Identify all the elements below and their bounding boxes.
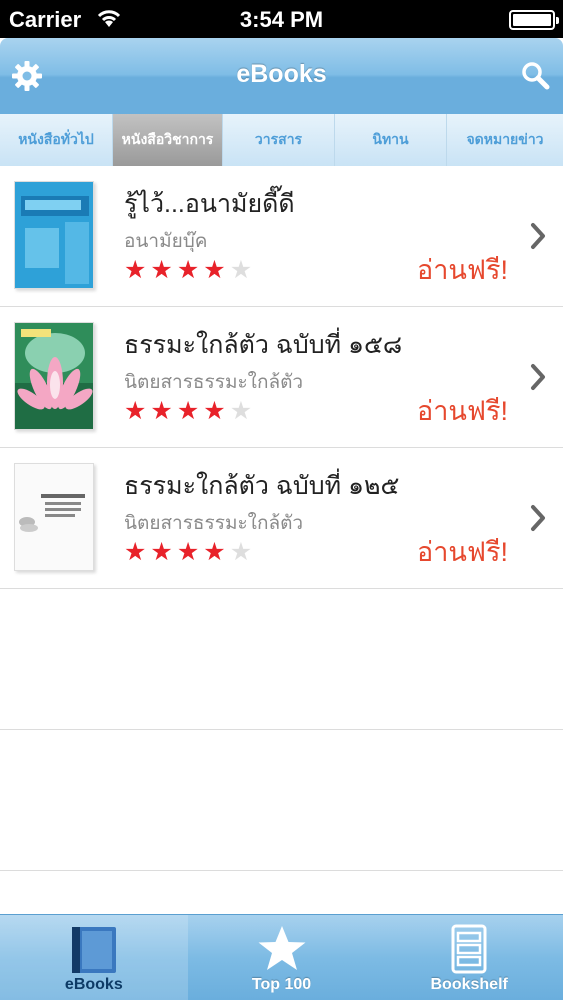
tab-bookshelf[interactable]: Bookshelf [375,915,563,1000]
book-publisher: อนามัยบุ๊ค [124,231,208,252]
battery-icon [509,10,559,30]
tab-label: จดหมายข่าว [466,131,544,147]
status-bar: Carrier 3:54 PM [0,0,563,38]
rating-stars: ★ ★ ★ ★ ★ [124,397,252,425]
rating-stars: ★ ★ ★ ★ ★ [124,538,252,566]
star-filled-icon: ★ [176,256,200,284]
tab-general-books[interactable]: หนังสือทั่วไป [0,114,113,166]
tab-bar-label: Bookshelf [430,976,508,993]
book-publisher: นิตยสารธรรมะใกล้ตัว [124,513,304,534]
book-cover [14,463,94,571]
book-cover [14,322,94,430]
star-filled-icon: ★ [203,538,226,566]
star-empty-icon: ★ [229,538,253,566]
star-filled-icon: ★ [150,538,173,566]
tab-ebooks[interactable]: eBooks [0,915,188,1000]
star-filled-icon: ★ [150,397,173,425]
star-filled-icon: ★ [203,397,226,425]
tab-bar: eBooks Top 100 Bookshelf [0,914,563,1000]
price-label: อ่านฟรี! [417,396,508,426]
page-title: eBooks [236,60,327,88]
category-tabs: หนังสือทั่วไป หนังสือวิชาการ วารสาร นิทา… [0,114,563,166]
tab-newsletters[interactable]: จดหมายข่าว [447,114,563,166]
empty-row [0,589,563,730]
tab-label: วารสาร [254,131,303,147]
book-publisher: นิตยสารธรรมะใกล้ตัว [124,372,304,393]
book-icon [71,927,116,973]
price-label: อ่านฟรี! [417,537,508,567]
star-filled-icon: ★ [176,397,200,425]
star-empty-icon: ★ [229,256,253,284]
chevron-right-icon [531,223,545,249]
book-title: รู้ไว้...อนามัยดี๊ดี [124,190,295,218]
search-icon[interactable] [520,60,550,90]
tab-tales[interactable]: นิทาน [335,114,447,166]
book-title: ธรรมะใกล้ตัว ฉบับที่ ๑๒๕ [124,472,400,500]
star-filled-icon: ★ [124,256,147,284]
star-icon [258,926,305,970]
tab-label: นิทาน [372,131,409,147]
list-item[interactable]: ธรรมะใกล้ตัว ฉบับที่ ๑๒๕ นิตยสารธรรมะใกล… [0,448,563,589]
star-filled-icon: ★ [124,538,147,566]
tab-label: หนังสือวิชาการ [121,131,214,147]
app-screen: Carrier 3:54 PM eBooks หนังสือทั่วไป หนั… [0,0,563,1000]
nav-bar: eBooks [0,38,563,114]
tab-bar-label: eBooks [64,976,123,993]
clock: 3:54 PM [239,7,324,32]
chevron-right-icon [531,505,545,531]
list-item[interactable]: ธรรมะใกล้ตัว ฉบับที่ ๑๕๘ นิตยสารธรรมะใกล… [0,307,563,448]
star-empty-icon: ★ [229,397,253,425]
book-list: รู้ไว้...อนามัยดี๊ดี อนามัยบุ๊ค ★ ★ ★ ★ … [0,166,563,871]
chevron-right-icon [531,364,545,390]
star-filled-icon: ★ [124,397,147,425]
empty-row [0,730,563,871]
price-label: อ่านฟรี! [417,255,508,285]
rating-stars: ★ ★ ★ ★ ★ [124,256,252,284]
tab-journals[interactable]: วารสาร [223,114,335,166]
star-filled-icon: ★ [203,256,226,284]
star-filled-icon: ★ [150,256,173,284]
tab-top-100[interactable]: Top 100 [188,915,376,1000]
tab-label: หนังสือทั่วไป [18,131,94,147]
book-title: ธรรมะใกล้ตัว ฉบับที่ ๑๕๘ [124,331,403,359]
list-item[interactable]: รู้ไว้...อนามัยดี๊ดี อนามัยบุ๊ค ★ ★ ★ ★ … [0,166,563,307]
book-cover [14,181,94,289]
tab-academic-books[interactable]: หนังสือวิชาการ [113,114,223,166]
tab-bar-label: Top 100 [251,976,312,993]
bookshelf-icon [451,924,487,974]
star-filled-icon: ★ [176,538,200,566]
